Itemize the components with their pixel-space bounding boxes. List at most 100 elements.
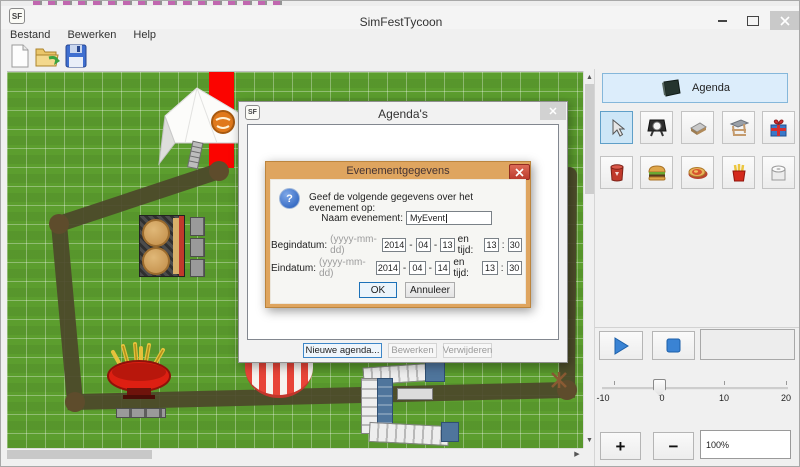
giant-burger (142, 219, 170, 247)
bench[interactable] (397, 388, 433, 400)
speed-slider-track[interactable] (602, 387, 788, 390)
agendas-close-button[interactable] (540, 102, 566, 120)
bench[interactable] (190, 238, 205, 257)
new-document-icon (10, 44, 30, 68)
begin-day-field[interactable]: 13 (440, 238, 454, 252)
zoom-out-button[interactable]: − (653, 432, 694, 460)
vertical-scroll-thumb[interactable] (585, 84, 594, 194)
event-name-field[interactable]: MyEvent (406, 211, 492, 225)
giant-burger (142, 247, 170, 275)
notebook-icon (660, 79, 682, 97)
bench[interactable] (190, 217, 205, 236)
open-folder-icon (35, 44, 61, 68)
scroll-right-icon[interactable]: ▶ (572, 450, 582, 460)
question-icon: ? (279, 188, 300, 209)
close-icon (515, 168, 524, 177)
cancel-button[interactable]: Annuleer (405, 282, 455, 298)
tool-gift-button[interactable] (762, 111, 795, 144)
tool-trash-button[interactable] (600, 156, 633, 189)
stop-icon (666, 338, 681, 353)
end-day-field[interactable]: 14 (435, 261, 450, 275)
new-agenda-button[interactable]: Nieuwe agenda... (303, 343, 382, 358)
tool-podium-button[interactable] (681, 111, 714, 144)
window-title: SimFestTycoon (1, 15, 800, 29)
ok-button[interactable]: OK (359, 282, 397, 298)
event-data-dialog: Evenementgegevens ? Geef de volgende geg… (265, 161, 531, 308)
date-dash: - (429, 263, 432, 274)
end-month-field[interactable]: 04 (409, 261, 425, 275)
zoom-in-button[interactable]: + (600, 432, 641, 460)
menu-bar: Bestand Bewerken Help (1, 29, 800, 42)
slider-label: 20 (774, 393, 798, 403)
slider-label: 10 (712, 393, 736, 403)
event-dialog-title: Evenementgegevens (266, 165, 530, 177)
horizontal-scrollbar[interactable]: ▶ (7, 448, 583, 460)
end-hour-field[interactable]: 13 (482, 261, 497, 275)
time-colon: : (502, 240, 505, 251)
select-cursor-icon (609, 119, 625, 137)
toilet-container-block[interactable] (357, 362, 457, 442)
slider-tick (724, 381, 725, 385)
tool-burger-button[interactable] (640, 156, 673, 189)
fries-stand-graphic (105, 340, 175, 404)
event-close-button[interactable] (509, 164, 530, 180)
maximize-button[interactable] (738, 11, 767, 30)
tool-stage-button[interactable] (722, 111, 755, 144)
spotlight-icon (647, 118, 667, 137)
begin-month-field[interactable]: 04 (416, 238, 431, 252)
bench[interactable] (116, 408, 166, 418)
save-floppy-icon (65, 44, 87, 68)
stop-button[interactable] (652, 331, 695, 360)
stage-structure-icon (729, 119, 749, 137)
slider-label: -10 (591, 393, 615, 403)
edit-agenda-button: Bewerken (388, 343, 437, 358)
title-bar: SF SimFestTycoon (1, 6, 800, 29)
tool-pizza-button[interactable] (681, 156, 714, 189)
fries-stand[interactable] (105, 340, 175, 404)
tool-fries-button[interactable] (722, 156, 755, 189)
begin-date-label: Begindatum: (271, 240, 327, 251)
new-file-button[interactable] (7, 43, 33, 69)
begin-year-field[interactable]: 2014 (382, 238, 406, 252)
date-dash: - (409, 240, 412, 251)
menu-help[interactable]: Help (133, 29, 156, 41)
burger-stand[interactable] (139, 215, 185, 277)
status-display-box (700, 329, 795, 360)
minus-icon: − (669, 438, 679, 455)
begin-minute-field[interactable]: 30 (508, 238, 522, 252)
agenda-button[interactable]: Agenda (602, 73, 788, 103)
burger-icon (647, 164, 667, 181)
save-button[interactable] (63, 43, 89, 69)
play-button[interactable] (599, 331, 643, 360)
container-blue-end (441, 422, 459, 442)
minimize-button[interactable] (708, 11, 737, 30)
close-button[interactable] (770, 11, 799, 30)
close-icon (780, 16, 790, 26)
menu-bestand[interactable]: Bestand (10, 29, 50, 41)
tool-select-button[interactable] (600, 111, 633, 144)
close-icon (540, 102, 566, 120)
horizontal-scroll-thumb[interactable] (7, 450, 152, 459)
tool-toilet-button[interactable] (762, 156, 795, 189)
toolbar (1, 42, 800, 69)
menu-bewerken[interactable]: Bewerken (67, 29, 116, 41)
bench[interactable] (190, 259, 205, 277)
open-file-button[interactable] (35, 43, 61, 69)
container-row-bottom (369, 422, 450, 446)
simfest-logo (212, 111, 234, 133)
end-year-field[interactable]: 2014 (376, 261, 400, 275)
time-colon: : (501, 263, 504, 274)
tool-spotlight-button[interactable] (640, 111, 673, 144)
begin-hour-field[interactable]: 13 (484, 238, 498, 252)
container-blue-end (425, 362, 445, 382)
date-dash: - (434, 240, 437, 251)
delete-agenda-button: Verwijderen (443, 343, 492, 358)
stand-counter (173, 218, 179, 274)
end-minute-field[interactable]: 30 (507, 261, 522, 275)
zoom-level-field[interactable]: 100% (700, 430, 791, 459)
trash-bin-icon (609, 163, 625, 182)
stand-roof-edge (179, 216, 184, 276)
background-window-text-fragment (33, 1, 283, 5)
toilet-roll-icon (770, 164, 787, 182)
pizza-icon (688, 165, 708, 180)
